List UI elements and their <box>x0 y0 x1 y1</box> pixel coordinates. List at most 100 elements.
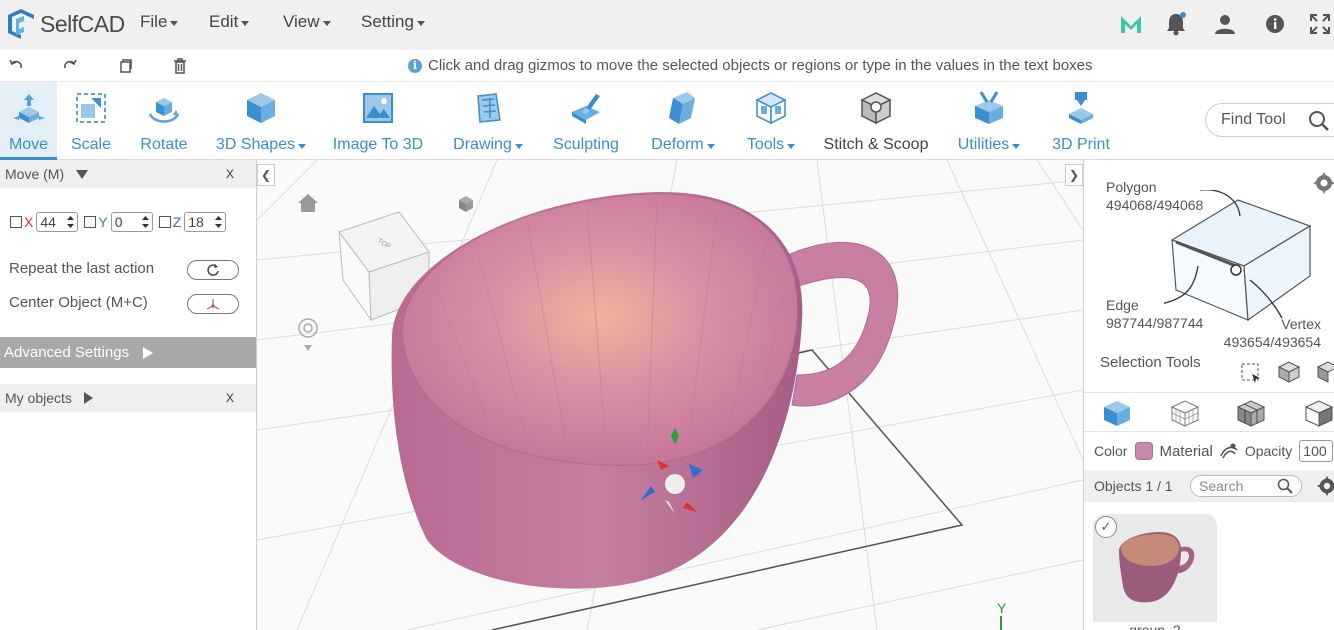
copy-icon[interactable] <box>115 56 135 76</box>
color-label: Color <box>1094 443 1128 459</box>
notification-bell-icon[interactable] <box>1162 10 1190 38</box>
wireframe-mode-icon[interactable] <box>1170 399 1200 427</box>
tool-sculpting-label: Sculpting <box>553 136 619 153</box>
z-input[interactable]: 18 <box>184 212 227 232</box>
chevron-down-icon <box>298 144 307 149</box>
center-object-button[interactable] <box>187 294 239 314</box>
refresh-icon <box>207 264 219 276</box>
tool-drawing[interactable]: Drawing <box>452 82 524 160</box>
drawing-icon <box>468 88 508 128</box>
tool-deform[interactable]: Deform <box>650 82 716 160</box>
move-panel-title: Move (M) <box>5 166 65 182</box>
box-select-icon[interactable] <box>1240 362 1262 384</box>
scene-canvas[interactable]: TOP Y <box>257 160 1083 630</box>
undo-icon[interactable] <box>6 56 26 76</box>
menu-edit-label: Edit <box>209 12 239 31</box>
object-name: group_2 <box>1093 622 1217 630</box>
spinner-icon[interactable] <box>215 215 223 229</box>
opacity-label: Opacity <box>1244 443 1293 459</box>
y-checkbox[interactable] <box>84 216 97 228</box>
object-selected-checkbox[interactable]: ✓ <box>1095 516 1117 538</box>
chevron-down-icon <box>514 144 523 149</box>
y-axis-label: Y <box>98 214 108 230</box>
search-icon[interactable] <box>1306 108 1332 134</box>
cube-faces-icon[interactable] <box>1316 361 1334 383</box>
3d-viewport[interactable]: TOP Y ❮ ❯ <box>257 160 1083 630</box>
user-icon[interactable] <box>1211 10 1239 38</box>
tool-image-to-3d[interactable]: Image To 3D <box>332 82 424 160</box>
tool-3d-print[interactable]: 3D Print <box>1052 82 1110 160</box>
toolbar: Move Scale Rotate 3D Shapes Image To 3D … <box>0 82 1334 160</box>
spinner-icon[interactable] <box>141 215 149 229</box>
tool-stitch-scoop[interactable]: Stitch & Scoop <box>823 82 929 160</box>
m-brand-icon[interactable] <box>1117 10 1145 38</box>
menu-view-label: View <box>283 12 320 31</box>
tool-utilities-label: Utilities <box>957 136 1010 153</box>
material-label[interactable]: Material <box>1159 443 1212 460</box>
tool-3d-shapes[interactable]: 3D Shapes <box>216 82 307 160</box>
cube-select-icon[interactable] <box>1277 361 1301 383</box>
z-checkbox[interactable] <box>158 216 171 228</box>
info-icon[interactable] <box>1261 10 1289 38</box>
material-icon[interactable] <box>1219 442 1239 460</box>
tool-image-to-3d-label: Image To 3D <box>332 136 424 153</box>
mesh-mode-icon[interactable] <box>1236 399 1266 427</box>
collapse-icon[interactable] <box>76 169 89 179</box>
cube-icon <box>241 88 281 128</box>
z-axis-label: Z <box>172 214 182 230</box>
home-icon[interactable] <box>298 194 318 212</box>
trash-icon[interactable] <box>170 56 190 76</box>
tool-move[interactable]: Move <box>0 82 57 160</box>
perspective-cube-icon[interactable] <box>459 196 473 212</box>
scale-icon <box>71 88 111 128</box>
menu-setting-label: Setting <box>361 12 414 31</box>
tool-tools[interactable]: Tools <box>745 82 797 160</box>
tools-icon <box>751 88 791 128</box>
objects-search-input[interactable]: Search <box>1190 475 1302 497</box>
find-tool-input[interactable]: Find Tool <box>1205 103 1334 137</box>
info-icon: i <box>408 58 422 73</box>
search-icon[interactable] <box>1277 478 1293 494</box>
objects-settings-gear-icon[interactable] <box>1316 475 1334 497</box>
repeat-action-button[interactable] <box>187 260 239 280</box>
collapse-right-panel-button[interactable]: ❯ <box>1065 164 1083 186</box>
y-axis-indicator: Y <box>997 600 1007 616</box>
half-cube-icon[interactable] <box>1304 399 1334 427</box>
tool-utilities[interactable]: Utilities <box>957 82 1021 160</box>
close-objects-panel-button[interactable]: x <box>226 389 234 407</box>
camera-orbit-icon[interactable] <box>298 318 318 351</box>
spinner-icon[interactable] <box>67 215 75 229</box>
x-checkbox[interactable] <box>10 216 22 228</box>
advanced-settings-toggle[interactable]: Advanced Settings <box>0 337 256 368</box>
solid-mode-icon[interactable] <box>1102 399 1132 427</box>
y-input[interactable]: 0 <box>110 212 153 232</box>
redo-icon[interactable] <box>60 56 80 76</box>
x-value: 44 <box>40 214 56 230</box>
opacity-input[interactable]: 100 <box>1299 440 1334 462</box>
my-objects-title: My objects <box>5 390 72 406</box>
menu-file[interactable]: File <box>140 12 179 32</box>
x-input[interactable]: 44 <box>36 212 79 232</box>
expand-icon <box>143 346 154 359</box>
menu-view[interactable]: View <box>283 12 331 32</box>
color-swatch[interactable] <box>1135 442 1154 460</box>
chevron-down-icon <box>416 21 425 26</box>
mug-interior <box>401 193 798 466</box>
close-move-panel-button[interactable]: x <box>226 165 234 183</box>
expand-icon[interactable] <box>83 392 93 404</box>
menu-setting[interactable]: Setting <box>361 12 425 32</box>
print-icon <box>1061 88 1101 128</box>
tool-scale[interactable]: Scale <box>68 82 114 160</box>
menu-edit[interactable]: Edit <box>209 12 250 32</box>
tool-rotate[interactable]: Rotate <box>139 82 189 160</box>
move-icon <box>9 88 49 128</box>
collapse-left-panel-button[interactable]: ❮ <box>257 164 275 186</box>
app-logo[interactable]: SelfCAD <box>4 6 125 42</box>
tool-stitch-scoop-label: Stitch & Scoop <box>823 136 929 153</box>
tool-sculpting[interactable]: Sculpting <box>553 82 619 160</box>
stitch-icon <box>856 88 896 128</box>
objects-search-placeholder: Search <box>1199 478 1244 494</box>
chevron-down-icon <box>706 144 715 149</box>
fullscreen-icon[interactable] <box>1306 10 1334 38</box>
object-thumbnail[interactable]: ✓ group_2 <box>1093 514 1217 630</box>
